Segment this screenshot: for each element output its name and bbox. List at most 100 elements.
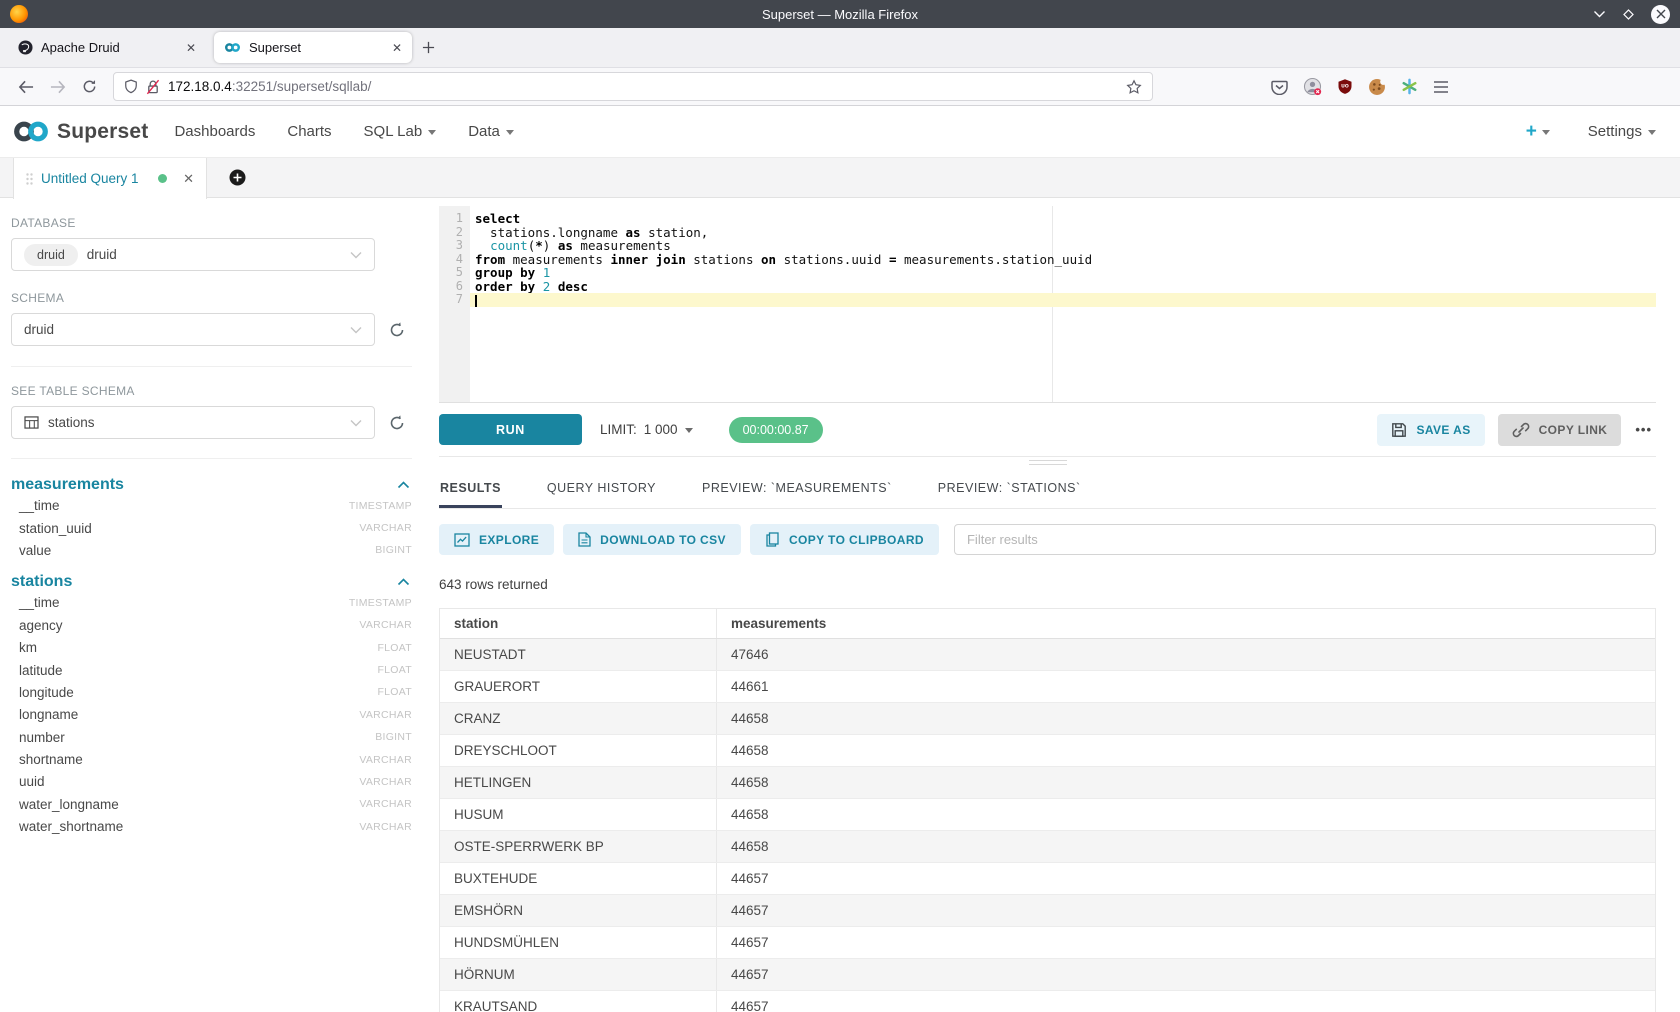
nav-item-dashboards[interactable]: Dashboards <box>174 123 255 140</box>
nav-item-sql-lab[interactable]: SQL Lab <box>364 123 437 140</box>
pane-resize-handle[interactable] <box>1029 460 1067 468</box>
back-button[interactable] <box>18 80 34 94</box>
save-as-button[interactable]: SAVE AS <box>1377 414 1484 446</box>
pocket-icon[interactable] <box>1271 79 1288 95</box>
run-button[interactable]: RUN <box>439 414 582 445</box>
browser-tab-superset[interactable]: Superset ✕ <box>214 32 412 63</box>
results-table-header: stationmeasurements <box>440 609 1655 639</box>
code-line[interactable]: stations.longname as station, <box>470 226 1656 240</box>
schema-select[interactable]: druid <box>11 313 375 346</box>
query-tab-untitled-query-1[interactable]: Untitled Query 1 ✕ <box>13 158 207 199</box>
window-minimize-button[interactable] <box>1593 10 1606 18</box>
browser-toolbar: 172.18.0.4:32251/superset/sqllab/ UO <box>0 67 1680 106</box>
tab-preview-measurements[interactable]: PREVIEW: `MEASUREMENTS` <box>701 470 893 508</box>
tab-preview-stations[interactable]: PREVIEW: `STATIONS` <box>937 470 1082 508</box>
download-csv-button[interactable]: DOWNLOAD TO CSV <box>563 524 741 555</box>
schema-column-row: water_shortnameVARCHAR <box>11 816 412 837</box>
ublock-origin-icon[interactable]: UO <box>1337 78 1353 95</box>
divider <box>11 366 412 367</box>
schema-column-row: latitudeFLOAT <box>11 659 412 680</box>
table-name: measurements <box>11 476 124 494</box>
code-line[interactable]: group by 1 <box>470 266 1656 280</box>
copy-link-button[interactable]: COPY LINK <box>1498 414 1622 446</box>
nav-item-charts[interactable]: Charts <box>287 123 331 140</box>
sql-editor[interactable]: 1234567 select stations.longname as stat… <box>439 206 1656 403</box>
refresh-schemas-icon[interactable] <box>388 321 406 339</box>
browser-tab-apache-druid[interactable]: Apache Druid ✕ <box>8 32 206 63</box>
superset-navbar: Superset Dashboards Charts SQL Lab Data … <box>0 106 1680 158</box>
table-section-measurements[interactable]: measurements <box>11 476 412 494</box>
bookmark-star-icon[interactable] <box>1126 79 1142 95</box>
new-query-tab-button[interactable] <box>229 158 246 197</box>
table-row: HETLINGEN44658 <box>440 767 1655 799</box>
cookie-extension-icon[interactable] <box>1368 78 1386 96</box>
brand-name: Superset <box>57 120 148 144</box>
explore-button[interactable]: EXPLORE <box>439 524 554 555</box>
firefox-window: Superset — Mozilla Firefox Apache Druid … <box>0 0 1680 1012</box>
filter-results-input[interactable] <box>954 524 1656 555</box>
rows-returned-text: 643 rows returned <box>439 577 1656 592</box>
copy-to-clipboard-button[interactable]: COPY TO CLIPBOARD <box>750 524 939 555</box>
table-row: EMSHÖRN44657 <box>440 895 1655 927</box>
close-icon[interactable]: ✕ <box>186 41 196 55</box>
collapse-chevron-icon[interactable] <box>397 481 412 489</box>
cell-station: HUSUM <box>440 799 717 830</box>
editor-code-area[interactable]: select stations.longname as station, cou… <box>470 206 1656 402</box>
nav-item-data[interactable]: Data <box>468 123 514 140</box>
close-icon[interactable]: ✕ <box>392 41 402 55</box>
cell-measurements: 44658 <box>717 735 1655 766</box>
window-close-button[interactable] <box>1651 5 1670 24</box>
close-icon[interactable]: ✕ <box>183 171 194 187</box>
tab-query-history[interactable]: QUERY HISTORY <box>546 470 657 508</box>
account-extension-icon[interactable] <box>1303 77 1322 96</box>
more-actions-button[interactable]: ••• <box>1635 422 1652 437</box>
refresh-tables-icon[interactable] <box>388 414 406 432</box>
cell-station: KRAUTSAND <box>440 991 717 1012</box>
database-label: DATABASE <box>11 216 412 230</box>
table-row: DREYSCHLOOT44658 <box>440 735 1655 767</box>
chevron-down-icon <box>1648 130 1656 135</box>
query-tab-strip: Untitled Query 1 ✕ <box>0 158 1680 198</box>
browser-tabbar: Apache Druid ✕ Superset ✕ <box>0 28 1680 67</box>
code-line[interactable]: from measurements inner join stations on… <box>470 253 1656 267</box>
firefox-logo-icon <box>10 5 28 23</box>
schema-column-row: water_longnameVARCHAR <box>11 794 412 815</box>
forward-button[interactable] <box>50 80 66 94</box>
new-tab-button[interactable] <box>422 41 435 54</box>
reload-button[interactable] <box>82 79 97 94</box>
colorful-asterisk-extension-icon[interactable] <box>1401 78 1418 95</box>
collapse-chevron-icon[interactable] <box>397 578 412 586</box>
superset-logo-home-link[interactable]: Superset <box>11 119 148 144</box>
schema-column-row: longnameVARCHAR <box>11 704 412 725</box>
table-section-stations[interactable]: stations <box>11 573 412 591</box>
window-maximize-button[interactable] <box>1622 8 1635 21</box>
insecure-lock-icon[interactable] <box>146 79 160 95</box>
table-schema-select[interactable]: stations <box>11 406 375 439</box>
table-schema-list: measurements__timeTIMESTAMPstation_uuidV… <box>11 476 412 837</box>
limit-dropdown[interactable]: LIMIT: 1 000 <box>600 422 693 437</box>
table-row: HUSUM44658 <box>440 799 1655 831</box>
code-line[interactable]: select <box>470 212 1656 226</box>
cell-measurements: 44657 <box>717 991 1655 1012</box>
tab-results[interactable]: RESULTS <box>439 470 502 508</box>
code-line[interactable]: count(*) as measurements <box>470 239 1656 253</box>
cell-station: GRAUERORT <box>440 671 717 702</box>
settings-menu[interactable]: Settings <box>1588 123 1656 140</box>
code-line[interactable] <box>470 293 1656 307</box>
code-line[interactable]: order by 2 desc <box>470 280 1656 294</box>
tracking-shield-icon[interactable] <box>124 79 138 94</box>
menu-hamburger-icon[interactable] <box>1433 80 1449 94</box>
cell-station: EMSHÖRN <box>440 895 717 926</box>
link-icon <box>1512 421 1530 439</box>
table-name: stations <box>11 573 72 591</box>
schema-label: SCHEMA <box>11 291 412 305</box>
cell-measurements: 44658 <box>717 767 1655 798</box>
cell-measurements: 44658 <box>717 799 1655 830</box>
new-item-plus-button[interactable]: + <box>1526 121 1550 143</box>
url-bar[interactable]: 172.18.0.4:32251/superset/sqllab/ <box>113 72 1153 101</box>
cell-measurements: 44657 <box>717 927 1655 958</box>
drag-dots-icon <box>26 173 33 185</box>
database-select[interactable]: druid druid <box>11 238 375 271</box>
superset-logo-icon <box>11 119 51 144</box>
cell-measurements: 44661 <box>717 671 1655 702</box>
